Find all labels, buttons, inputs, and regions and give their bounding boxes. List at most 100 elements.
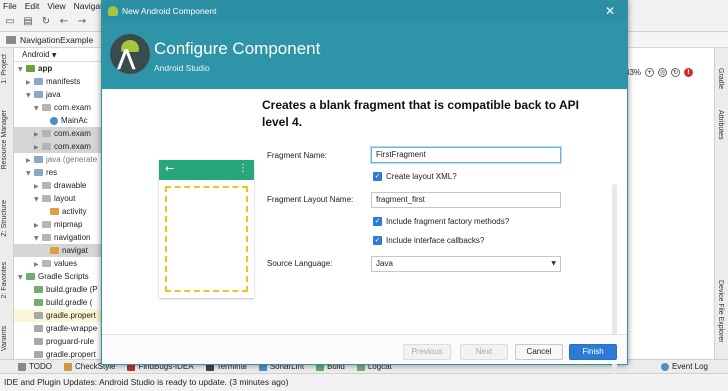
tree-item[interactable]: ▼ Gradle Scripts (14, 270, 102, 283)
tree-item-label: navigation (54, 233, 91, 242)
tree-item[interactable]: ▼ java (14, 88, 102, 101)
tab-resource-manager[interactable]: Resource Manager (1, 110, 8, 170)
expand-arrow-icon: ▶ (26, 157, 31, 164)
tab-structure[interactable]: Z: Structure (1, 200, 8, 237)
close-icon[interactable]: ✕ (605, 1, 615, 21)
tree-item[interactable]: ▼ res (14, 166, 102, 179)
status-message[interactable]: IDE and Plugin Updates: Android Studio i… (4, 377, 288, 387)
tree-item[interactable]: gradle.propert (14, 309, 102, 322)
dialog-titlebar[interactable]: New Android Component ✕ (102, 1, 627, 21)
tab-attributes[interactable]: Attributes (717, 110, 724, 140)
source-language-select[interactable]: Java ▼ (371, 256, 561, 272)
expand-arrow-icon: ▼ (26, 170, 31, 177)
back-arrow-icon: ← (165, 162, 175, 175)
tree-item-label: activity (62, 207, 87, 216)
tree-item-label: Gradle Scripts (38, 272, 89, 281)
save-all-icon[interactable]: ▤ (22, 16, 34, 28)
tree-item-label: app (38, 64, 53, 73)
tree-item-label: navigat (62, 246, 88, 255)
tree-item-label: drawable (54, 181, 87, 190)
tree-item[interactable]: gradle-wrappe (14, 322, 102, 335)
tree-item[interactable]: gradle.propert (14, 348, 102, 359)
folder-icon (42, 221, 51, 229)
fragment-layout-name-label: Fragment Layout Name: (267, 195, 354, 204)
fragment-name-input[interactable]: FirstFragment (371, 147, 561, 163)
tree-item[interactable]: ▼ app (14, 62, 102, 75)
expand-arrow-icon: ▶ (34, 222, 39, 229)
new-android-component-dialog: New Android Component ✕ ⋀ Configure Comp… (101, 0, 628, 374)
tree-item[interactable]: MainAc (14, 114, 102, 127)
chevron-down-icon: ▼ (51, 52, 57, 59)
gradle-icon (26, 273, 35, 281)
template-description: Creates a blank fragment that is compati… (262, 98, 579, 129)
expand-arrow-icon: ▶ (34, 261, 39, 268)
refresh-icon[interactable]: ↻ (671, 68, 681, 77)
project-view-selector[interactable]: Android ▼ (14, 48, 102, 62)
interface-callbacks-checkbox[interactable]: ✓ Include interface callbacks? (373, 236, 484, 245)
factory-methods-checkbox[interactable]: ✓ Include fragment factory methods? (373, 217, 509, 226)
next-button[interactable]: Next (460, 344, 508, 360)
tree-item-label: manifests (46, 77, 81, 86)
fragment-layout-name-input[interactable]: fragment_first (371, 192, 561, 208)
template-preview: ← ⋮ (159, 160, 254, 298)
tree-item[interactable]: ▶ manifests (14, 75, 102, 88)
tree-item[interactable]: ▶ values (14, 257, 102, 270)
menu-view[interactable]: View (47, 0, 65, 12)
create-layout-checkbox[interactable]: ✓ Create layout XML? (373, 172, 457, 181)
tab-device-file-explorer[interactable]: Device File Explorer (717, 280, 724, 343)
fragment-name-label: Fragment Name: (267, 151, 328, 160)
tab-project[interactable]: 1: Project (1, 54, 8, 84)
tree-item-label: java (generate (46, 155, 98, 164)
dialog-button-bar: Previous Next Cancel Finish (102, 334, 627, 364)
tool-label: TODO (29, 362, 52, 371)
finish-button[interactable]: Finish (569, 344, 617, 360)
previous-button[interactable]: Previous (403, 344, 451, 360)
tree-item[interactable]: activity (14, 205, 102, 218)
expand-arrow-icon: ▼ (34, 196, 39, 203)
navigation-file-icon (50, 247, 59, 255)
error-icon[interactable]: ! (684, 68, 694, 77)
checkbox-checked-icon: ✓ (373, 172, 382, 181)
dialog-body: Creates a blank fragment that is compati… (102, 89, 627, 374)
tab-gradle[interactable]: Gradle (717, 68, 724, 89)
expand-arrow-icon: ▼ (18, 274, 23, 281)
tool-todo[interactable]: TODO (18, 362, 52, 371)
tree-item[interactable]: ▼ layout (14, 192, 102, 205)
folder-icon (42, 234, 51, 242)
tool-label: Event Log (671, 362, 708, 371)
tree-item[interactable]: ▶ com.exam (14, 140, 102, 153)
tree-item[interactable]: ▼ com.exam (14, 101, 102, 114)
tree-item[interactable]: ▼ navigation (14, 231, 102, 244)
zoom-in-icon[interactable]: + (645, 68, 655, 77)
tool-event-log[interactable]: Event Log (660, 360, 708, 374)
tree-item-label: com.exam (54, 129, 91, 138)
menu-file[interactable]: File (3, 0, 17, 12)
interface-callbacks-label: Include interface callbacks? (386, 236, 485, 245)
tab-favorites[interactable]: 2: Favorites (1, 262, 8, 299)
tree-item[interactable]: navigat (14, 244, 102, 257)
cancel-button[interactable]: Cancel (515, 344, 563, 360)
forward-icon[interactable]: → (76, 16, 88, 28)
tree-item[interactable]: ▶ com.exam (14, 127, 102, 140)
zoom-fit-icon[interactable]: ◎ (658, 68, 668, 77)
tree-item[interactable]: build.gradle ( (14, 296, 102, 309)
dialog-window-title: New Android Component (122, 6, 217, 16)
tree-item[interactable]: ▶ drawable (14, 179, 102, 192)
source-language-value: Java (376, 259, 393, 268)
open-folder-icon[interactable]: ▭ (4, 16, 16, 28)
tree-item[interactable]: ▶ mipmap (14, 218, 102, 231)
tree-item-label: com.exam (54, 103, 91, 112)
gradle-file-icon (34, 299, 43, 307)
back-icon[interactable]: ← (58, 16, 70, 28)
tree-item[interactable]: proguard-rule (14, 335, 102, 348)
tree-item[interactable]: build.gradle (P (14, 283, 102, 296)
sync-icon[interactable]: ↻ (40, 16, 52, 28)
menu-edit[interactable]: Edit (25, 0, 40, 12)
breadcrumb-project[interactable]: NavigationExample (20, 35, 93, 45)
text-file-icon (34, 338, 43, 346)
event-log-icon (660, 363, 669, 371)
tree-item[interactable]: ▶ java (generate (14, 153, 102, 166)
checkbox-checked-icon: ✓ (373, 217, 382, 226)
folder-icon (42, 195, 51, 203)
tab-variants[interactable]: Variants (1, 326, 8, 351)
